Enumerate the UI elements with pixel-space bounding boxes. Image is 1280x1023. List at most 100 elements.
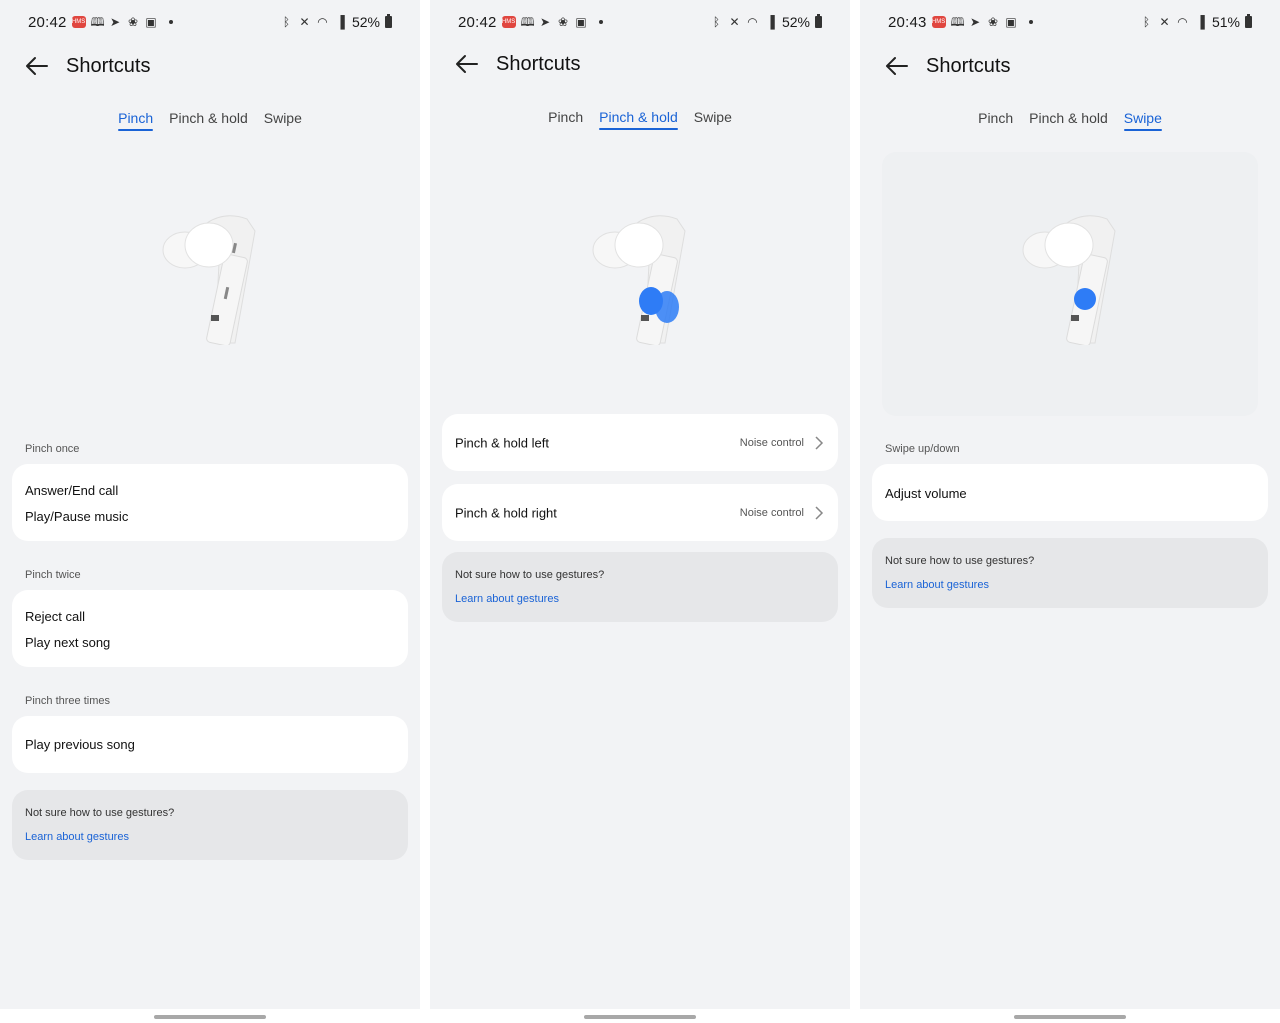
mute-icon: ✕ xyxy=(729,14,740,29)
pinch-three-action-1: Play previous song xyxy=(25,737,135,752)
pinch-twice-card[interactable]: Reject call Play next song xyxy=(12,590,408,667)
app-bar: Shortcuts xyxy=(22,48,150,84)
app-bar: Shortcuts xyxy=(452,46,580,82)
tab-swipe[interactable]: Swipe xyxy=(264,110,302,131)
bluetooth-icon: ᛒ xyxy=(712,14,721,29)
screen-pinch-hold: 20:42 HMS 🕮 ➤ ❀ ▣ ᛒ ✕ ◠ ▐ 52% Shortcuts xyxy=(430,0,850,1009)
pinch-hold-right-value: Noise control xyxy=(739,506,804,519)
signal-icon: ▐ xyxy=(766,14,775,29)
hms-icon: HMS xyxy=(931,16,946,28)
help-question: Not sure how to use gestures? xyxy=(885,555,1035,567)
book-icon: 🕮 xyxy=(520,14,535,29)
mute-icon: ✕ xyxy=(1159,14,1170,29)
tab-pinch-hold[interactable]: Pinch & hold xyxy=(1029,110,1108,131)
gallery-icon: ▣ xyxy=(145,14,157,29)
help-card: Not sure how to use gestures? Learn abou… xyxy=(872,538,1268,608)
signal-icon: ▐ xyxy=(336,14,345,29)
telegram-icon: ➤ xyxy=(110,14,121,29)
pinch-hold-right-label: Pinch & hold right xyxy=(455,505,557,520)
pinwheel-icon: ❀ xyxy=(988,14,999,29)
status-bar: 20:42 HMS 🕮 ➤ ❀ ▣ ᛒ ✕ ◠ ▐ 52% xyxy=(28,8,392,36)
hms-icon: HMS xyxy=(501,16,516,28)
tab-swipe[interactable]: Swipe xyxy=(1123,110,1163,131)
battery-icon xyxy=(1245,14,1252,28)
pinwheel-icon: ❀ xyxy=(128,14,139,29)
help-card: Not sure how to use gestures? Learn abou… xyxy=(12,790,408,860)
tab-pinch[interactable]: Pinch xyxy=(118,110,154,131)
pinch-hold-left-value: Noise control xyxy=(739,436,804,449)
battery-percent: 52% xyxy=(351,14,380,30)
page-title: Shortcuts xyxy=(496,52,581,75)
status-time: 20:42 xyxy=(458,13,497,31)
tab-pinch-hold[interactable]: Pinch & hold xyxy=(599,109,678,130)
learn-gestures-link[interactable]: Learn about gestures xyxy=(25,831,129,843)
status-bar: 20:43 HMS 🕮 ➤ ❀ ▣ ᛒ ✕ ◠ ▐ 51% xyxy=(888,8,1252,36)
earbud-icon xyxy=(1022,215,1116,345)
home-indicator[interactable] xyxy=(1014,1015,1126,1019)
notification-dot-icon xyxy=(168,20,173,24)
help-card: Not sure how to use gestures? Learn abou… xyxy=(442,552,838,622)
gallery-icon: ▣ xyxy=(1005,14,1017,29)
earbud-icon xyxy=(162,215,256,345)
pinch-hold-right-row[interactable]: Pinch & hold right Noise control xyxy=(442,484,838,541)
tab-bar: Pinch Pinch & hold Swipe xyxy=(0,110,420,131)
pinch-hold-left-label: Pinch & hold left xyxy=(455,435,549,450)
learn-gestures-link[interactable]: Learn about gestures xyxy=(885,579,989,591)
tab-bar: Pinch Pinch & hold Swipe xyxy=(860,110,1280,131)
notification-dot-icon xyxy=(1028,20,1033,24)
earbud-illustration xyxy=(860,195,1280,375)
chevron-right-icon xyxy=(815,435,824,450)
tab-swipe[interactable]: Swipe xyxy=(694,109,732,130)
home-indicator[interactable] xyxy=(584,1015,696,1019)
swipe-card[interactable]: Adjust volume xyxy=(872,464,1268,521)
pinwheel-icon: ❀ xyxy=(558,14,569,29)
pinch-twice-action-2: Play next song xyxy=(25,635,111,650)
wifi-icon: ◠ xyxy=(747,14,758,29)
tab-bar: Pinch Pinch & hold Swipe xyxy=(430,109,850,130)
battery-percent: 52% xyxy=(781,14,810,30)
tab-pinch[interactable]: Pinch xyxy=(548,109,583,130)
bluetooth-icon: ᛒ xyxy=(1142,14,1151,29)
page-title: Shortcuts xyxy=(66,54,151,77)
bluetooth-icon: ᛒ xyxy=(282,14,291,29)
screen-swipe: 20:43 HMS 🕮 ➤ ❀ ▣ ᛒ ✕ ◠ ▐ 51% Shortcuts xyxy=(860,0,1280,1009)
status-time: 20:43 xyxy=(888,13,927,31)
earbud-icon xyxy=(592,215,686,345)
section-label-swipe: Swipe up/down xyxy=(885,443,960,455)
earbud-illustration xyxy=(0,195,420,375)
telegram-icon: ➤ xyxy=(540,14,551,29)
home-indicator[interactable] xyxy=(154,1015,266,1019)
page-title: Shortcuts xyxy=(926,54,1011,77)
screen-pinch: 20:42 HMS 🕮 ➤ ❀ ▣ ᛒ ✕ ◠ ▐ 52% Shortcuts xyxy=(0,0,420,1009)
section-label-pinch-three: Pinch three times xyxy=(25,695,110,707)
back-arrow-icon[interactable] xyxy=(452,49,482,79)
app-bar: Shortcuts xyxy=(882,48,1010,84)
book-icon: 🕮 xyxy=(950,14,965,29)
learn-gestures-link[interactable]: Learn about gestures xyxy=(455,593,559,605)
battery-percent: 51% xyxy=(1211,14,1240,30)
screens: 20:42 HMS 🕮 ➤ ❀ ▣ ᛒ ✕ ◠ ▐ 52% Shortcuts xyxy=(0,0,1280,1023)
tab-pinch[interactable]: Pinch xyxy=(978,110,1013,131)
chevron-right-icon xyxy=(815,505,824,520)
pinch-once-action-2: Play/Pause music xyxy=(25,509,129,524)
pinch-hold-left-row[interactable]: Pinch & hold left Noise control xyxy=(442,414,838,471)
battery-icon xyxy=(815,14,822,28)
pinch-once-card[interactable]: Answer/End call Play/Pause music xyxy=(12,464,408,541)
wifi-icon: ◠ xyxy=(1177,14,1188,29)
gallery-icon: ▣ xyxy=(575,14,587,29)
back-arrow-icon[interactable] xyxy=(882,51,912,81)
book-icon: 🕮 xyxy=(90,14,105,29)
battery-icon xyxy=(385,14,392,28)
pinch-three-card[interactable]: Play previous song xyxy=(12,716,408,773)
status-bar: 20:42 HMS 🕮 ➤ ❀ ▣ ᛒ ✕ ◠ ▐ 52% xyxy=(458,8,822,36)
help-question: Not sure how to use gestures? xyxy=(455,569,605,581)
wifi-icon: ◠ xyxy=(317,14,328,29)
tab-pinch-hold[interactable]: Pinch & hold xyxy=(169,110,248,131)
back-arrow-icon[interactable] xyxy=(22,51,52,81)
signal-icon: ▐ xyxy=(1196,14,1205,29)
pinch-twice-action-1: Reject call xyxy=(25,609,85,624)
pinch-once-action-1: Answer/End call xyxy=(25,483,119,498)
swipe-action-1: Adjust volume xyxy=(885,486,967,501)
section-label-pinch-twice: Pinch twice xyxy=(25,569,81,581)
help-question: Not sure how to use gestures? xyxy=(25,807,175,819)
